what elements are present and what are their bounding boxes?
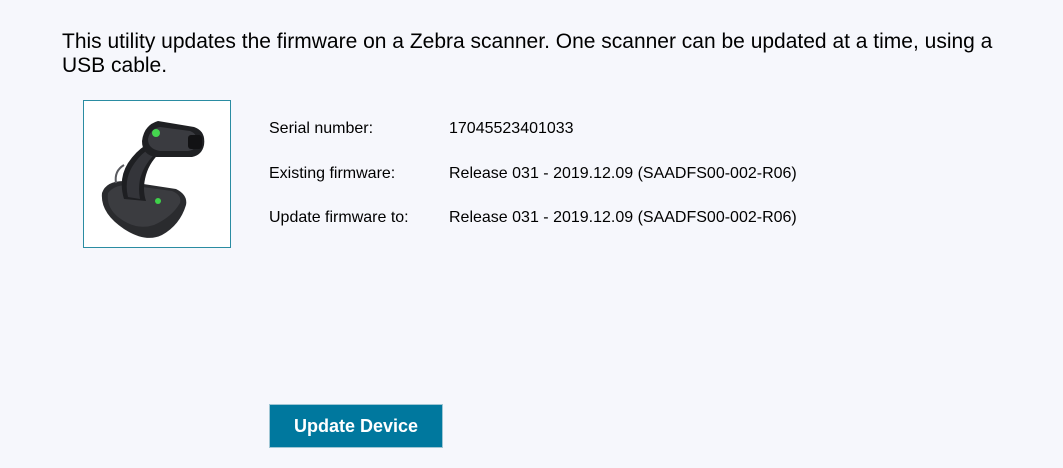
serial-number-value: 17045523401033 <box>449 120 574 137</box>
update-firmware-label: Update firmware to: <box>269 209 409 226</box>
device-image <box>83 100 231 248</box>
serial-number-label: Serial number: <box>269 120 374 137</box>
update-firmware-value: Release 031 - 2019.12.09 (SAADFS00-002-R… <box>449 209 797 226</box>
intro-text: This utility updates the firmware on a Z… <box>62 30 993 77</box>
existing-firmware-value: Release 031 - 2019.12.09 (SAADFS00-002-R… <box>449 165 797 182</box>
barcode-scanner-icon <box>101 121 205 238</box>
existing-firmware-label: Existing firmware: <box>269 165 396 182</box>
update-device-button[interactable]: Update Device <box>269 404 443 448</box>
